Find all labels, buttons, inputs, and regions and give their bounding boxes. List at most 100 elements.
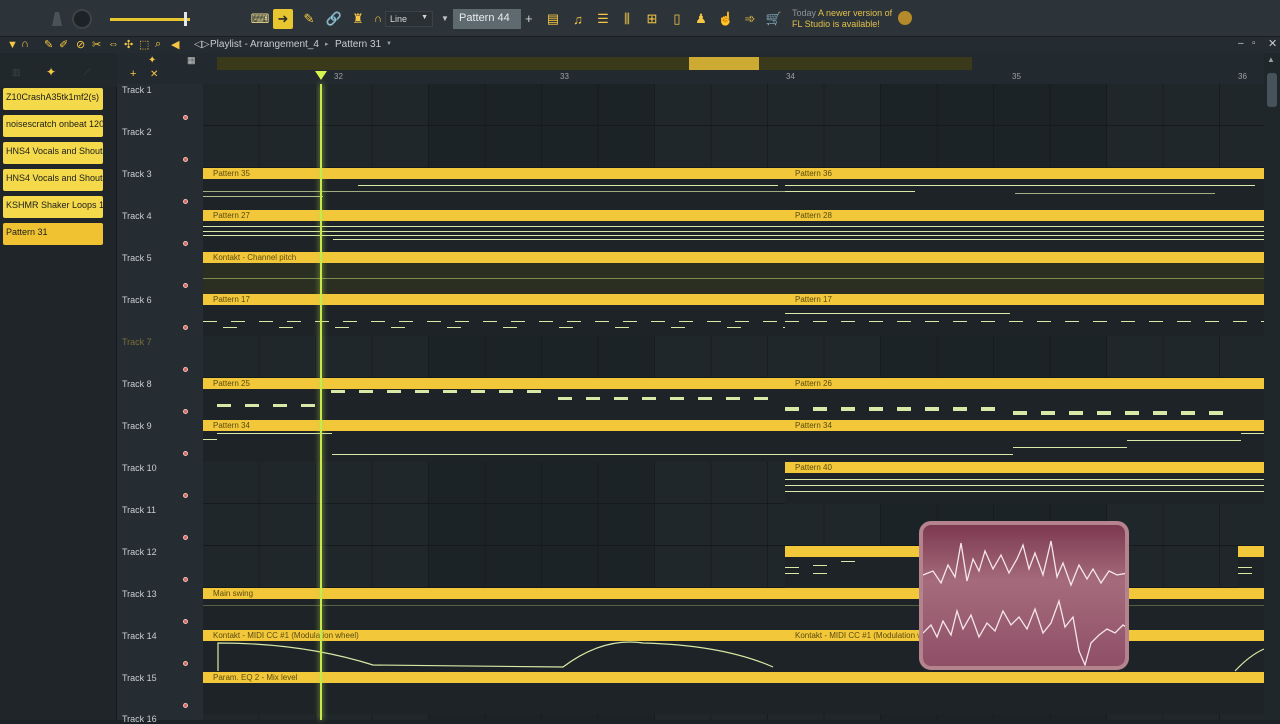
track-name[interactable]: Track 14 <box>122 631 157 641</box>
slice-tool-icon[interactable]: ✣ <box>124 38 133 51</box>
speaker-tool-icon[interactable]: ◀ <box>171 38 179 51</box>
track-name[interactable]: Track 15 <box>122 673 157 683</box>
download-icon[interactable]: ➾ <box>740 9 760 29</box>
picker-automation-icon[interactable]: ⟋ <box>84 67 90 78</box>
track-mute-led[interactable] <box>183 535 188 540</box>
track-name[interactable]: Track 3 <box>122 169 152 179</box>
playhead-marker-icon[interactable] <box>315 71 327 80</box>
pattern-nav-arrows-icon[interactable]: ◁▷ <box>194 39 209 50</box>
pattern-dropdown-icon[interactable]: ▼ <box>386 41 392 47</box>
plugin-database-icon[interactable]: ▯ <box>667 9 687 29</box>
pattern-clip[interactable]: Pattern 40 <box>785 462 1264 504</box>
pattern-clip[interactable]: Pattern 34 <box>203 420 785 462</box>
automation-clip[interactable]: Param. EQ 2 - Mix level <box>203 672 1264 714</box>
mixer-icon[interactable]: ⫼ <box>617 9 637 29</box>
picker-item[interactable]: HNS4 Vocals and Shouts <box>3 142 103 164</box>
picker-item[interactable]: KSHMR Shaker Loops 100 <box>3 196 103 218</box>
track-mute-led[interactable] <box>183 157 188 162</box>
picker-item[interactable]: noisescratch onbeat 120 <box>3 115 103 137</box>
timeline-ruler[interactable]: + ✕ ✦ ▦ 32 33 34 35 36 <box>117 53 1264 84</box>
track-mute-led[interactable] <box>183 577 188 582</box>
remove-x-icon[interactable]: ✕ <box>150 69 158 80</box>
fl-fruit-icon[interactable] <box>898 11 912 25</box>
track-mute-led[interactable] <box>183 619 188 624</box>
pattern-clip[interactable]: Pattern 17 <box>203 294 785 336</box>
track-name[interactable]: Track 16 <box>122 714 157 724</box>
minimize-icon[interactable]: – <box>1238 38 1244 49</box>
track-name[interactable]: Track 13 <box>122 589 157 599</box>
browser-tree-icon[interactable]: ⊞ <box>642 9 662 29</box>
scroll-thumb[interactable] <box>1267 73 1277 107</box>
shop-cart-icon[interactable]: 🛒 <box>764 9 784 29</box>
pattern-clip[interactable] <box>1238 546 1264 588</box>
track-mute-led[interactable] <box>183 115 188 120</box>
track-mute-led[interactable] <box>183 493 188 498</box>
overview-strip[interactable] <box>217 57 972 70</box>
plugin-picker-icon[interactable]: ♟ <box>691 9 711 29</box>
paint-tool-icon[interactable]: ✐ <box>59 38 68 51</box>
track-mute-led[interactable] <box>183 283 188 288</box>
mute-tool-icon[interactable]: ✂ <box>92 38 101 51</box>
piano-roll-icon[interactable]: ♫ <box>568 9 588 29</box>
pattern-clip[interactable]: Pattern 25 <box>203 378 785 420</box>
select-tool-icon[interactable]: ⬚ <box>139 38 149 51</box>
maximize-icon[interactable]: ▫ <box>1252 38 1256 49</box>
master-volume-slider[interactable] <box>110 18 190 21</box>
current-pattern-label[interactable]: Pattern 31 <box>335 39 381 50</box>
update-notification[interactable]: Today A newer version of FL Studio is av… <box>792 8 892 30</box>
automation-clip[interactable]: Kontakt - MIDI CC #1 (Modulation wheel) <box>203 630 785 672</box>
track-name[interactable]: Track 7 <box>122 337 152 347</box>
typing-keyboard-icon[interactable]: ⌨ <box>250 9 270 29</box>
track-name[interactable]: Track 6 <box>122 295 152 305</box>
snap-mode-select[interactable]: Line ▼ <box>385 11 433 27</box>
track-mute-led[interactable] <box>183 199 188 204</box>
pattern-clip[interactable]: Pattern 26 <box>785 378 1264 420</box>
close-icon[interactable]: ✕ <box>1268 37 1277 50</box>
track-mute-led[interactable] <box>183 325 188 330</box>
pattern-clip[interactable]: Pattern 35 <box>203 168 803 210</box>
track-name[interactable]: Track 2 <box>122 127 152 137</box>
track-name[interactable]: Track 8 <box>122 379 152 389</box>
brush-icon[interactable]: ✎ <box>299 9 319 29</box>
track-mute-led[interactable] <box>183 451 188 456</box>
add-track-plus-icon[interactable]: + <box>130 68 136 80</box>
playlist-mode-arrow-icon[interactable]: ➜ <box>273 9 293 29</box>
track-mute-led[interactable] <box>183 367 188 372</box>
track-name[interactable]: Track 10 <box>122 463 157 473</box>
zoom-tool-icon[interactable]: ⌕ <box>155 38 161 51</box>
master-pitch-knob[interactable] <box>72 9 92 29</box>
channel-rack-icon[interactable]: ☰ <box>593 9 613 29</box>
vertical-scrollbar[interactable]: ▲ <box>1264 53 1280 720</box>
pattern-clip[interactable] <box>785 546 920 588</box>
pattern-clip[interactable]: Pattern 36 <box>785 168 1264 210</box>
add-pattern-plus-icon[interactable]: + <box>525 11 533 26</box>
magnet-snap-icon[interactable]: ∩ <box>21 38 29 50</box>
scroll-up-icon[interactable]: ▲ <box>1267 55 1275 64</box>
delete-tool-icon[interactable]: ⊘ <box>76 38 85 51</box>
master-volume-handle[interactable] <box>184 12 187 26</box>
track-mute-led[interactable] <box>183 409 188 414</box>
track-mute-led[interactable] <box>183 661 188 666</box>
pattern-selector[interactable]: Pattern 44 <box>453 9 521 29</box>
link-icon[interactable]: 🔗 <box>324 9 344 29</box>
stamp-icon[interactable]: ♜ <box>348 9 368 29</box>
track-name[interactable]: Track 4 <box>122 211 152 221</box>
metronome-icon[interactable] <box>52 12 62 26</box>
pattern-clip[interactable]: Pattern 17 <box>785 294 1264 336</box>
track-name[interactable]: Track 11 <box>122 505 156 515</box>
slip-tool-icon[interactable]: ⇔ <box>108 38 119 50</box>
pattern-clip[interactable]: Pattern 28 <box>785 210 1264 252</box>
pattern-prev-arrow-icon[interactable]: ▼ <box>441 14 449 23</box>
picker-item[interactable]: Pattern 31 <box>3 223 103 245</box>
pattern-clip[interactable]: Pattern 34 <box>785 420 1264 462</box>
playlist-window-icon[interactable]: ▤ <box>543 9 563 29</box>
picker-item[interactable]: Z10CrashA35tk1mf2(s) <box>3 88 103 110</box>
picker-audio-icon[interactable]: ✦ <box>46 65 56 79</box>
track-name[interactable]: Track 12 <box>122 547 157 557</box>
track-mute-led[interactable] <box>183 241 188 246</box>
track-name[interactable]: Track 9 <box>122 421 152 431</box>
grid-icon[interactable]: ▦ <box>187 55 196 66</box>
magnet-icon[interactable]: ∩ <box>374 13 382 25</box>
track-name[interactable]: Track 5 <box>122 253 152 263</box>
automation-clip[interactable]: Kontakt - Channel pitch <box>203 252 1264 294</box>
